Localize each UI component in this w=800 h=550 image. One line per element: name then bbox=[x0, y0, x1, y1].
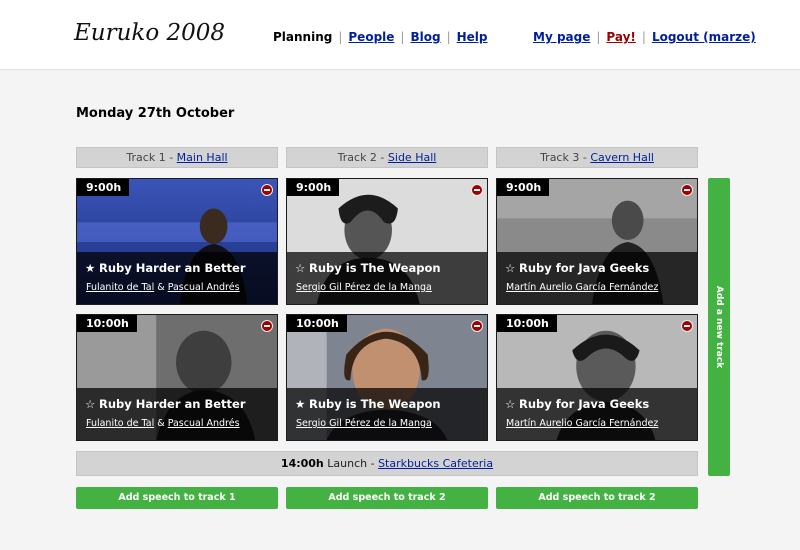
speaker-link[interactable]: Pascual Andrés bbox=[168, 418, 240, 429]
talk-title-line: ☆ Ruby is The Weapon bbox=[295, 261, 441, 275]
speaker-link[interactable]: Martín Aurelio García Fernández bbox=[506, 282, 658, 293]
talk-caption: ☆ Ruby for Java Geeks Martín Aurelio Garc… bbox=[497, 252, 697, 304]
talk-card[interactable]: 9:00h ☆ Ruby for Java Geeks Martín Aureli… bbox=[496, 178, 698, 305]
track-header-2: Track 2 - Side Hall bbox=[286, 147, 488, 168]
talk-time: 9:00h bbox=[497, 179, 550, 196]
talk-title-line: ☆ Ruby Harder an Better bbox=[85, 397, 246, 411]
talk-speakers: Martín Aurelio García Fernández bbox=[506, 418, 658, 429]
remove-icon[interactable] bbox=[261, 320, 273, 332]
launch-label: Launch - bbox=[323, 457, 379, 470]
track-room-link[interactable]: Side Hall bbox=[388, 151, 436, 164]
day-title: Monday 27th October bbox=[76, 106, 235, 121]
track-label: Track 1 - bbox=[126, 151, 177, 164]
speaker-link[interactable]: Sergio Gil Pérez de la Manga bbox=[296, 282, 432, 293]
track-header-3: Track 3 - Cavern Hall bbox=[496, 147, 698, 168]
remove-icon[interactable] bbox=[471, 184, 483, 196]
talk-title: Ruby is The Weapon bbox=[309, 261, 441, 275]
remove-icon[interactable] bbox=[681, 320, 693, 332]
speaker-link[interactable]: Fulanito de Tal bbox=[86, 282, 154, 293]
talk-card[interactable]: 10:00h ☆ Ruby for Java Geeks Martín Aurel… bbox=[496, 314, 698, 441]
talk-caption: ★ Ruby is The Weapon Sergio Gil Pérez de … bbox=[287, 388, 487, 440]
track-header-1: Track 1 - Main Hall bbox=[76, 147, 278, 168]
add-speech-button-3[interactable]: Add speech to track 2 bbox=[496, 487, 698, 509]
nav-separator: | bbox=[641, 30, 646, 44]
talk-title-line: ★ Ruby Harder an Better bbox=[85, 261, 246, 275]
speaker-separator: & bbox=[154, 282, 168, 293]
talk-title: Ruby Harder an Better bbox=[99, 397, 246, 411]
talk-title: Ruby is The Weapon bbox=[309, 397, 441, 411]
nav-separator: | bbox=[338, 30, 343, 44]
remove-icon[interactable] bbox=[471, 320, 483, 332]
track-label: Track 2 - bbox=[337, 151, 388, 164]
talk-speakers: Sergio Gil Pérez de la Manga bbox=[296, 282, 432, 293]
talk-time: 10:00h bbox=[287, 315, 347, 332]
nav-blog[interactable]: Blog bbox=[410, 30, 440, 44]
speaker-separator: & bbox=[154, 418, 168, 429]
talk-speakers: Sergio Gil Pérez de la Manga bbox=[296, 418, 432, 429]
talk-caption: ☆ Ruby Harder an Better Fulanito de Tal &… bbox=[77, 388, 277, 440]
site-logo: Euruko 2008 bbox=[74, 20, 226, 46]
talk-title: Ruby for Java Geeks bbox=[519, 261, 650, 275]
talk-card[interactable]: 10:00h ★ Ruby is The Weapon Sergio Gil Pé… bbox=[286, 314, 488, 441]
talk-caption: ☆ Ruby for Java Geeks Martín Aurelio Garc… bbox=[497, 388, 697, 440]
nav-pay[interactable]: Pay! bbox=[606, 30, 636, 44]
speaker-link[interactable]: Pascual Andrés bbox=[168, 282, 240, 293]
track-label: Track 3 - bbox=[540, 151, 591, 164]
talk-time: 10:00h bbox=[497, 315, 557, 332]
remove-icon[interactable] bbox=[261, 184, 273, 196]
talk-title: Ruby Harder an Better bbox=[99, 261, 246, 275]
talk-time: 10:00h bbox=[77, 315, 137, 332]
remove-icon[interactable] bbox=[681, 184, 693, 196]
speaker-link[interactable]: Fulanito de Tal bbox=[86, 418, 154, 429]
talk-title: Ruby for Java Geeks bbox=[519, 397, 650, 411]
talk-title-line: ☆ Ruby for Java Geeks bbox=[505, 261, 649, 275]
talk-title-line: ★ Ruby is The Weapon bbox=[295, 397, 441, 411]
nav-separator: | bbox=[400, 30, 405, 44]
launch-place-link[interactable]: Starkbucks Cafeteria bbox=[378, 457, 493, 470]
star-icon[interactable]: ☆ bbox=[505, 261, 519, 275]
star-icon[interactable]: ☆ bbox=[295, 261, 309, 275]
talk-speakers: Fulanito de Tal & Pascual Andrés bbox=[86, 282, 240, 293]
top-header: Euruko 2008 Planning | People | Blog | Help My… bbox=[0, 0, 800, 70]
star-icon[interactable]: ★ bbox=[295, 397, 309, 411]
talk-caption: ★ Ruby Harder an Better Fulanito de Tal &… bbox=[77, 252, 277, 304]
track-room-link[interactable]: Main Hall bbox=[177, 151, 228, 164]
nav-logout[interactable]: Logout (marze) bbox=[652, 30, 756, 44]
add-track-button[interactable]: Add a new track bbox=[708, 178, 730, 476]
talk-card[interactable]: 10:00h ☆ Ruby Harder an Better Fulanito d… bbox=[76, 314, 278, 441]
nav-separator: | bbox=[446, 30, 451, 44]
user-nav: My page | Pay! | Logout (marze) bbox=[533, 30, 756, 44]
nav-help[interactable]: Help bbox=[457, 30, 488, 44]
talk-title-line: ☆ Ruby for Java Geeks bbox=[505, 397, 649, 411]
nav-people[interactable]: People bbox=[348, 30, 394, 44]
talk-time: 9:00h bbox=[77, 179, 130, 196]
talk-speakers: Fulanito de Tal & Pascual Andrés bbox=[86, 418, 240, 429]
star-icon[interactable]: ☆ bbox=[85, 397, 99, 411]
add-speech-button-2[interactable]: Add speech to track 2 bbox=[286, 487, 488, 509]
talk-time: 9:00h bbox=[287, 179, 340, 196]
speaker-link[interactable]: Martín Aurelio García Fernández bbox=[506, 418, 658, 429]
track-room-link[interactable]: Cavern Hall bbox=[590, 151, 654, 164]
talk-card[interactable]: 9:00h ☆ Ruby is The Weapon Sergio Gil Pér… bbox=[286, 178, 488, 305]
nav-planning[interactable]: Planning bbox=[273, 30, 332, 44]
nav-separator: | bbox=[596, 30, 601, 44]
star-icon[interactable]: ★ bbox=[85, 261, 99, 275]
speaker-link[interactable]: Sergio Gil Pérez de la Manga bbox=[296, 418, 432, 429]
launch-bar: 14:00h Launch - Starkbucks Cafeteria bbox=[76, 451, 698, 476]
launch-time: 14:00h bbox=[280, 457, 324, 470]
talk-speakers: Martín Aurelio García Fernández bbox=[506, 282, 658, 293]
talk-card[interactable]: 9:00h ★ Ruby Harder an Better Fulanito de… bbox=[76, 178, 278, 305]
add-speech-button-1[interactable]: Add speech to track 1 bbox=[76, 487, 278, 509]
nav-my-page[interactable]: My page bbox=[533, 30, 590, 44]
talk-caption: ☆ Ruby is The Weapon Sergio Gil Pérez de … bbox=[287, 252, 487, 304]
main-nav: Planning | People | Blog | Help bbox=[273, 30, 488, 44]
star-icon[interactable]: ☆ bbox=[505, 397, 519, 411]
add-track-label: Add a new track bbox=[714, 285, 724, 369]
